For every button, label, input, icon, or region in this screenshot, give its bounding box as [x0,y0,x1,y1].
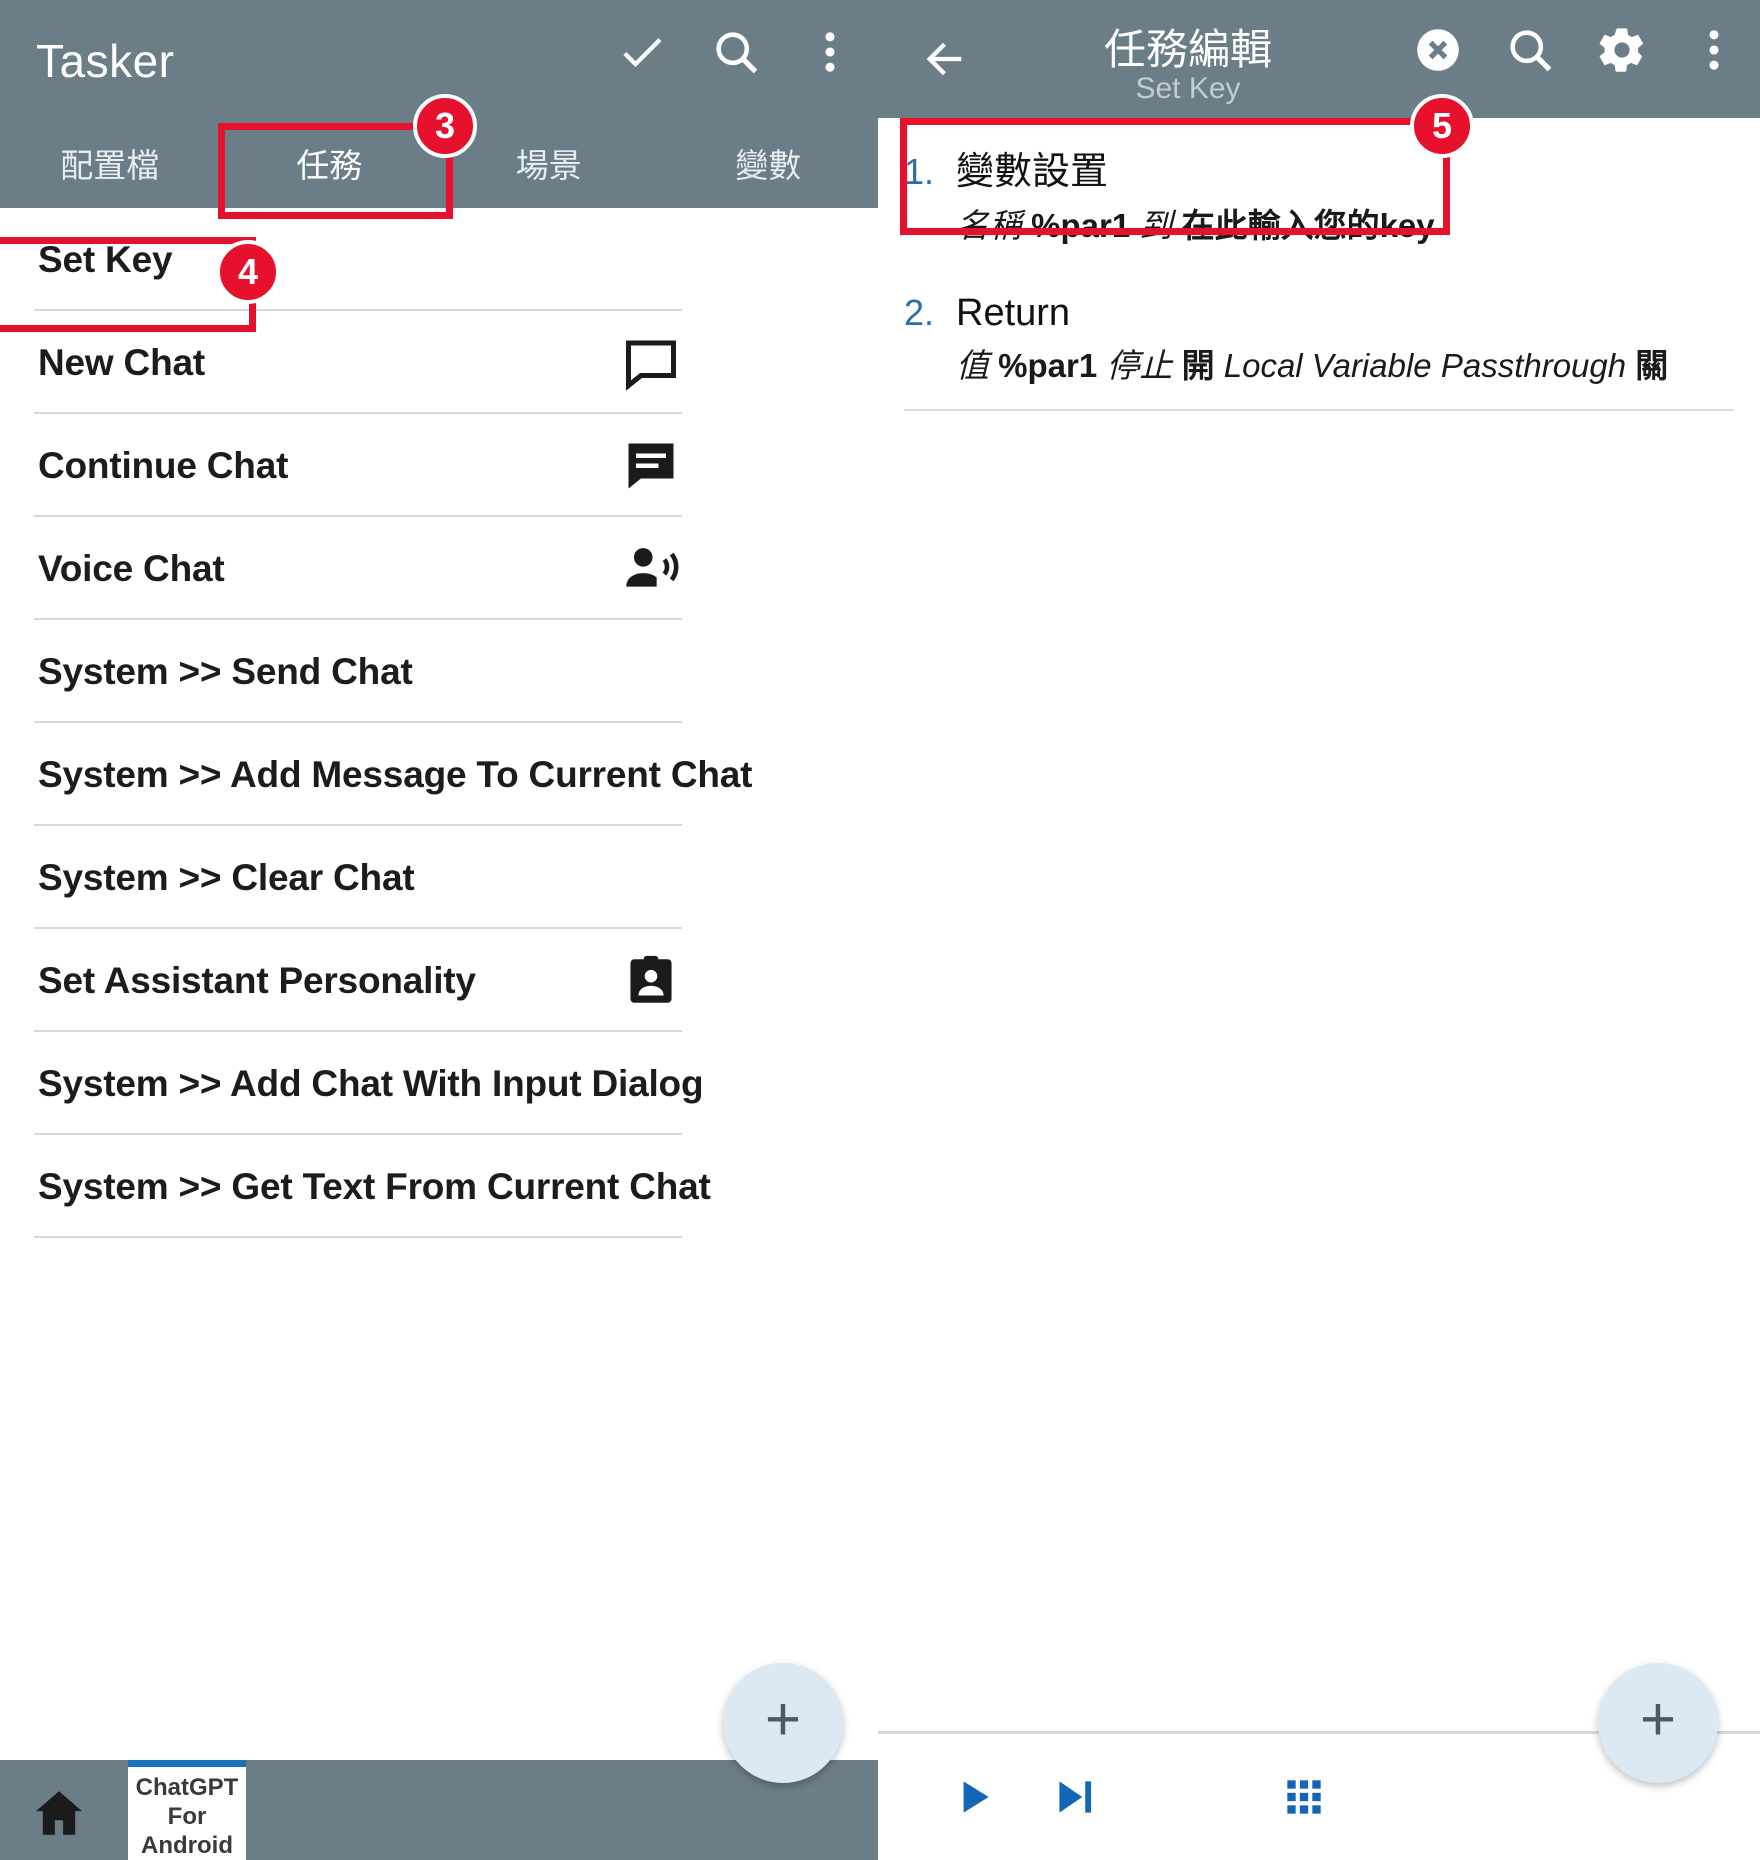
grid-icon[interactable] [1276,1772,1332,1827]
list-item[interactable]: Voice Chat [0,517,878,620]
list-item[interactable]: System >> Clear Chat [0,826,878,929]
task-label: System >> Get Text From Current Chat [38,1165,711,1207]
back-arrow-icon[interactable] [916,33,972,85]
task-label: Set Assistant Personality [38,959,476,1001]
task-label: System >> Send Chat [38,650,413,692]
task-label: System >> Add Chat With Input Dialog [38,1062,704,1104]
plus-icon: + [764,1685,802,1754]
close-circle-icon[interactable] [1412,24,1464,76]
action-desc-part: 停止 [1097,347,1182,385]
divider [904,408,1734,411]
annotation-box-5 [900,118,1450,235]
gear-icon[interactable] [1596,24,1648,76]
screenshot-root: Tasker 配置檔 任務 場景 變數 Set Key New Chat Con… [0,0,1760,1860]
recent-app-card[interactable]: ChatGPT For Android [128,1760,246,1860]
right-app-bar-actions [1412,24,1740,76]
action-number: 2. [904,292,935,334]
annotation-badge-5: 5 [1410,94,1474,158]
list-item[interactable]: System >> Add Chat With Input Dialog [0,1032,878,1135]
task-label: System >> Clear Chat [38,856,415,898]
list-item[interactable]: Set Assistant Personality [0,929,878,1032]
search-icon[interactable] [710,26,762,78]
more-vert-icon[interactable] [1688,24,1740,76]
page-subtitle: Set Key [1135,72,1241,105]
action-item-2[interactable]: 2. Return 值 %par1 停止 開 Local Variable Pa… [878,270,1760,411]
task-label: New Chat [38,341,205,383]
chat-bubble-outline-icon [620,332,682,394]
right-app-bar: 任務編輯 Set Key [878,0,1760,118]
action-desc-part: 開 [1181,347,1215,385]
add-task-fab[interactable]: + [723,1663,843,1783]
left-app-bar-actions [616,26,856,78]
page-title: 任務編輯 [1103,26,1272,73]
step-icon[interactable] [1046,1772,1102,1827]
list-item[interactable]: System >> Get Text From Current Chat [0,1135,878,1238]
annotation-badge-3: 3 [413,94,477,158]
action-desc-part: %par1 [998,347,1098,385]
annotation-badge-4: 4 [216,240,280,304]
voice-chat-icon [620,538,682,600]
app-title: Tasker [36,35,175,87]
task-label: Continue Chat [38,444,289,486]
list-item[interactable]: System >> Add Message To Current Chat [0,723,878,826]
task-label: System >> Add Message To Current Chat [38,753,753,795]
tab-profiles[interactable]: 配置檔 [0,139,220,187]
play-icon[interactable] [946,1772,1002,1827]
search-icon[interactable] [1504,24,1556,76]
list-item[interactable]: System >> Send Chat [0,620,878,723]
action-desc-part: 關 [1635,347,1669,385]
action-description: 值 %par1 停止 開 Local Variable Passthrough … [956,345,1734,386]
more-vert-icon[interactable] [804,26,856,78]
tab-variables[interactable]: 變數 [659,139,879,187]
add-action-fab[interactable]: + [1598,1663,1718,1783]
home-icon[interactable] [30,1784,88,1842]
action-desc-part: 值 [956,347,999,385]
task-list: Set Key New Chat Continue Chat Voice Cha… [0,208,878,1238]
action-desc-part: Local Variable Passthrough [1214,347,1636,385]
task-label: Voice Chat [38,547,225,589]
contact-card-icon [620,950,682,1012]
check-icon[interactable] [616,26,668,78]
action-name: Return [956,292,1071,335]
task-edit-screen: 任務編輯 Set Key 1. 變數設置 名稱 %par1 到 在此輸入您的ke… [878,0,1760,1860]
tab-scenes[interactable]: 場景 [439,139,659,187]
list-item[interactable]: Continue Chat [0,414,878,517]
plus-icon: + [1639,1685,1677,1754]
divider [34,1236,682,1238]
android-nav-bar: ChatGPT For Android [0,1760,878,1860]
chat-bubble-filled-icon [620,435,682,497]
